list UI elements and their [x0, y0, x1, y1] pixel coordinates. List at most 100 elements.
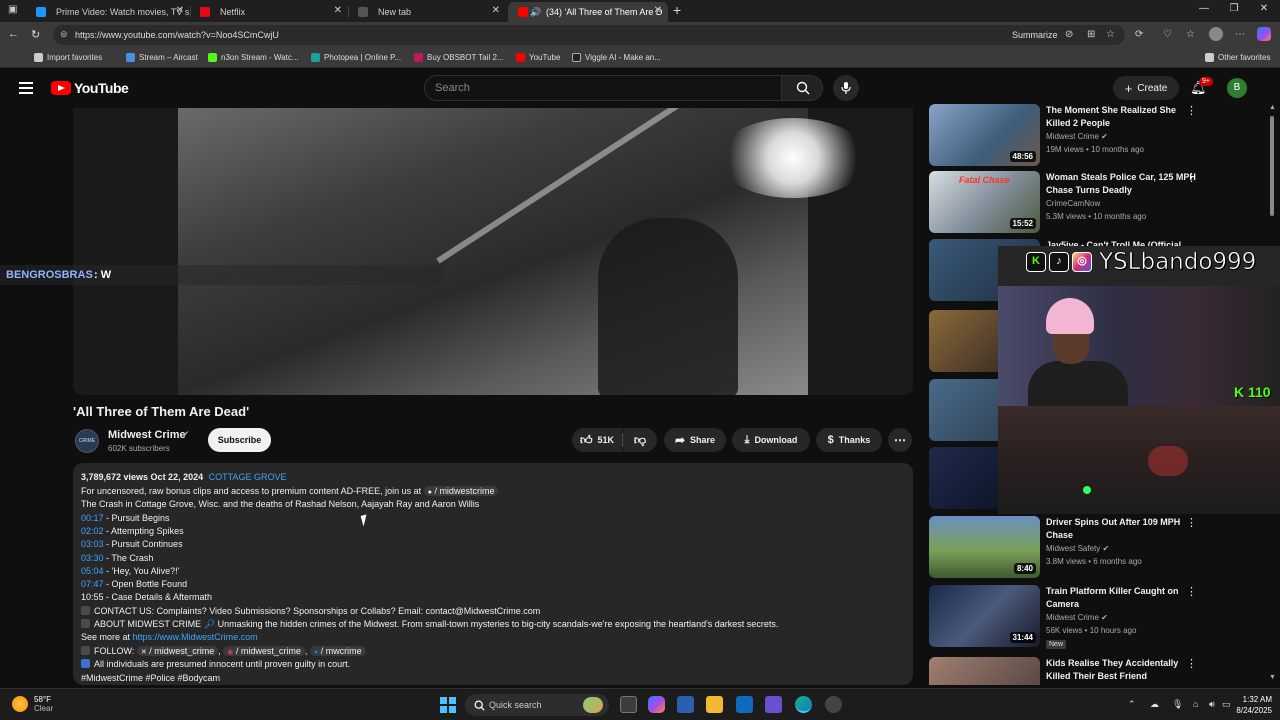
video-thumbnail[interactable]: 31:44 — [929, 585, 1040, 647]
recommended-video[interactable]: 31:44 Train Platform Killer Caught on Ca… — [929, 585, 1265, 649]
channel-avatar[interactable]: CRIME — [75, 429, 99, 453]
restore-icon[interactable]: ❐ — [1219, 3, 1249, 14]
recommended-title[interactable]: Driver Spins Out After 109 MPH Chase — [1046, 516, 1196, 542]
more-vertical-icon[interactable]: ⋮ — [1186, 171, 1197, 184]
chapter-timestamp[interactable]: 03:03 — [81, 539, 104, 549]
close-tab-icon[interactable]: ✕ — [176, 5, 184, 16]
recommended-channel[interactable]: Midwest Safety ✔︎ — [1046, 544, 1109, 553]
summarize-button[interactable]: Summarize — [1012, 30, 1058, 40]
edge-browser-icon[interactable] — [795, 696, 812, 713]
scroll-down-icon[interactable]: ▼ — [1269, 674, 1276, 681]
weather-widget[interactable]: 58°F Clear — [12, 695, 53, 713]
more-vertical-icon[interactable]: ⋮ — [1186, 104, 1197, 117]
favorite-n3on[interactable]: n3on Stream - Watc... — [208, 53, 299, 62]
recommended-title[interactable]: Woman Steals Police Car, 125 MPH Chase T… — [1046, 171, 1196, 197]
copilot-summarize-icon[interactable]: ⊘ — [1065, 29, 1073, 40]
scroll-up-icon[interactable]: ▲ — [1269, 104, 1276, 111]
recommended-video[interactable]: 8:40 Driver Spins Out After 109 MPH Chas… — [929, 516, 1265, 578]
recommended-title[interactable]: Kids Realise They Accidentally Killed Th… — [1046, 657, 1196, 683]
onedrive-icon[interactable]: ☁︎ — [1150, 699, 1159, 710]
more-vertical-icon[interactable]: ⋮ — [1186, 657, 1197, 670]
hashtags[interactable]: #MidwestCrime #Police #Bodycam — [81, 673, 220, 683]
search-input[interactable]: Search — [424, 75, 782, 101]
close-tab-icon[interactable]: ✕ — [334, 5, 342, 16]
tab-actions-icon[interactable]: ▣ — [8, 4, 17, 15]
copilot-app-icon[interactable] — [648, 696, 665, 713]
favorite-obsbot[interactable]: Buy OBSBOT Tail 2... — [414, 53, 504, 62]
voice-search-button[interactable] — [833, 75, 859, 101]
thanks-button[interactable]: $ Thanks — [816, 428, 882, 452]
location-link[interactable]: COTTAGE GROVE — [209, 472, 287, 482]
volume-icon[interactable]: 🔊︎ — [1209, 699, 1215, 710]
search-button[interactable] — [781, 75, 823, 101]
tab-new-tab[interactable]: New tab ✕ — [348, 2, 506, 22]
new-tab-plus-icon[interactable]: + — [673, 2, 681, 18]
microphone-tray-icon[interactable]: 🎙︎ — [1172, 699, 1183, 710]
recommended-title[interactable]: Train Platform Killer Caught on Camera — [1046, 585, 1196, 611]
network-icon[interactable]: ⌂ — [1193, 699, 1198, 709]
window-close-icon[interactable]: ✕ — [1249, 3, 1279, 14]
favorite-viggle[interactable]: Viggle AI - Make an... — [572, 53, 661, 62]
taskbar-search[interactable]: Quick search — [465, 694, 609, 716]
download-button[interactable]: ⤓ Download — [732, 428, 810, 452]
back-icon[interactable]: ← — [8, 28, 19, 40]
address-field[interactable]: ⊜ https://www.youtube.com/watch?v=Noo4SC… — [53, 25, 1125, 45]
video-thumbnail[interactable] — [929, 657, 1040, 685]
favorite-star-icon[interactable]: ☆ — [1106, 29, 1115, 40]
audio-playing-icon[interactable]: 🔊 — [530, 7, 541, 18]
promo-link[interactable]: ● / midwestcrime — [423, 486, 499, 496]
account-avatar[interactable]: B — [1227, 78, 1247, 98]
create-button[interactable]: + Create — [1113, 76, 1179, 100]
obs-icon[interactable] — [825, 696, 842, 713]
outlook-icon[interactable] — [736, 696, 753, 713]
recommended-channel[interactable]: Midwest Crime ✔︎ — [1046, 132, 1108, 141]
other-favorites[interactable]: Other favorites — [1205, 53, 1270, 62]
microsoft-store-icon[interactable] — [677, 696, 694, 713]
instagram-link[interactable]: ◉ / midwest_crime — [223, 646, 305, 656]
scrollbar-thumb[interactable] — [1270, 116, 1274, 216]
recommended-channel[interactable]: Midwest Crime ✔︎ — [1046, 613, 1108, 622]
windows-start-icon[interactable] — [440, 697, 456, 713]
copilot-icon[interactable] — [1257, 27, 1271, 41]
youtube-logo[interactable]: YouTube — [51, 80, 129, 96]
profile-icon[interactable] — [1209, 27, 1223, 41]
favorites-icon[interactable]: ☆ — [1186, 29, 1195, 40]
system-clock[interactable]: 1:32 AM 8/24/2025 — [1236, 694, 1272, 716]
extensions-refresh-icon[interactable]: ⟳ — [1135, 29, 1143, 40]
battery-icon[interactable]: ▭ — [1222, 699, 1231, 710]
chapter-timestamp[interactable]: 00:17 — [81, 513, 104, 523]
refresh-icon[interactable]: ↻ — [31, 28, 40, 41]
recommended-video[interactable]: Fatal Chase 15:52 Woman Steals Police Ca… — [929, 171, 1265, 233]
task-view-icon[interactable] — [620, 696, 637, 713]
close-tab-icon[interactable]: ✕ — [492, 5, 500, 16]
chapter-timestamp[interactable]: 02:02 — [81, 526, 104, 536]
website-link[interactable]: https://www.MidwestCrime.com — [133, 632, 258, 642]
recommended-title[interactable]: The Moment She Realized She Killed 2 Peo… — [1046, 104, 1196, 130]
subscribe-button[interactable]: Subscribe — [208, 428, 271, 452]
app-available-icon[interactable]: ⊞ — [1087, 29, 1095, 40]
recommended-video[interactable]: Kids Realise They Accidentally Killed Th… — [929, 657, 1265, 685]
favorite-photopea[interactable]: Photopea | Online P... — [311, 53, 401, 62]
facebook-link[interactable]: ● / mwcrime — [309, 646, 366, 656]
chapter-timestamp[interactable]: 05:04 — [81, 566, 104, 576]
like-button[interactable]: 👍︎ 51K — [572, 428, 622, 452]
favorite-import[interactable]: Import favorites — [34, 53, 102, 62]
dislike-button[interactable]: 👎︎ — [623, 428, 657, 452]
tray-chevron-icon[interactable]: ⌃ — [1128, 699, 1136, 710]
tab-youtube-active[interactable]: 🔊 (34) 'All Three of Them Are D ✕ — [508, 2, 668, 22]
minimize-icon[interactable]: — — [1189, 3, 1219, 14]
more-vertical-icon[interactable]: ⋮ — [1186, 585, 1197, 598]
tab-netflix[interactable]: Netflix ✕ — [190, 2, 348, 22]
tab-prime-video[interactable]: Prime Video: Watch movies, TV sh ✕ — [26, 2, 190, 22]
favorite-youtube[interactable]: YouTube — [516, 53, 560, 62]
channel-name-link[interactable]: Midwest Crime — [108, 429, 186, 441]
video-thumbnail[interactable]: Fatal Chase 15:52 — [929, 171, 1040, 233]
recommended-channel[interactable]: CrimeCamNow — [1046, 199, 1100, 208]
more-actions-button[interactable]: ⋯ — [888, 428, 912, 452]
more-vertical-icon[interactable]: ⋮ — [1186, 516, 1197, 529]
close-tab-icon[interactable]: ✕ — [654, 5, 662, 16]
favorite-aircast[interactable]: Stream – Aircast — [126, 53, 198, 62]
video-thumbnail[interactable]: 8:40 — [929, 516, 1040, 578]
more-menu-icon[interactable]: ⋯ — [1235, 29, 1245, 40]
file-explorer-icon[interactable] — [706, 696, 723, 713]
